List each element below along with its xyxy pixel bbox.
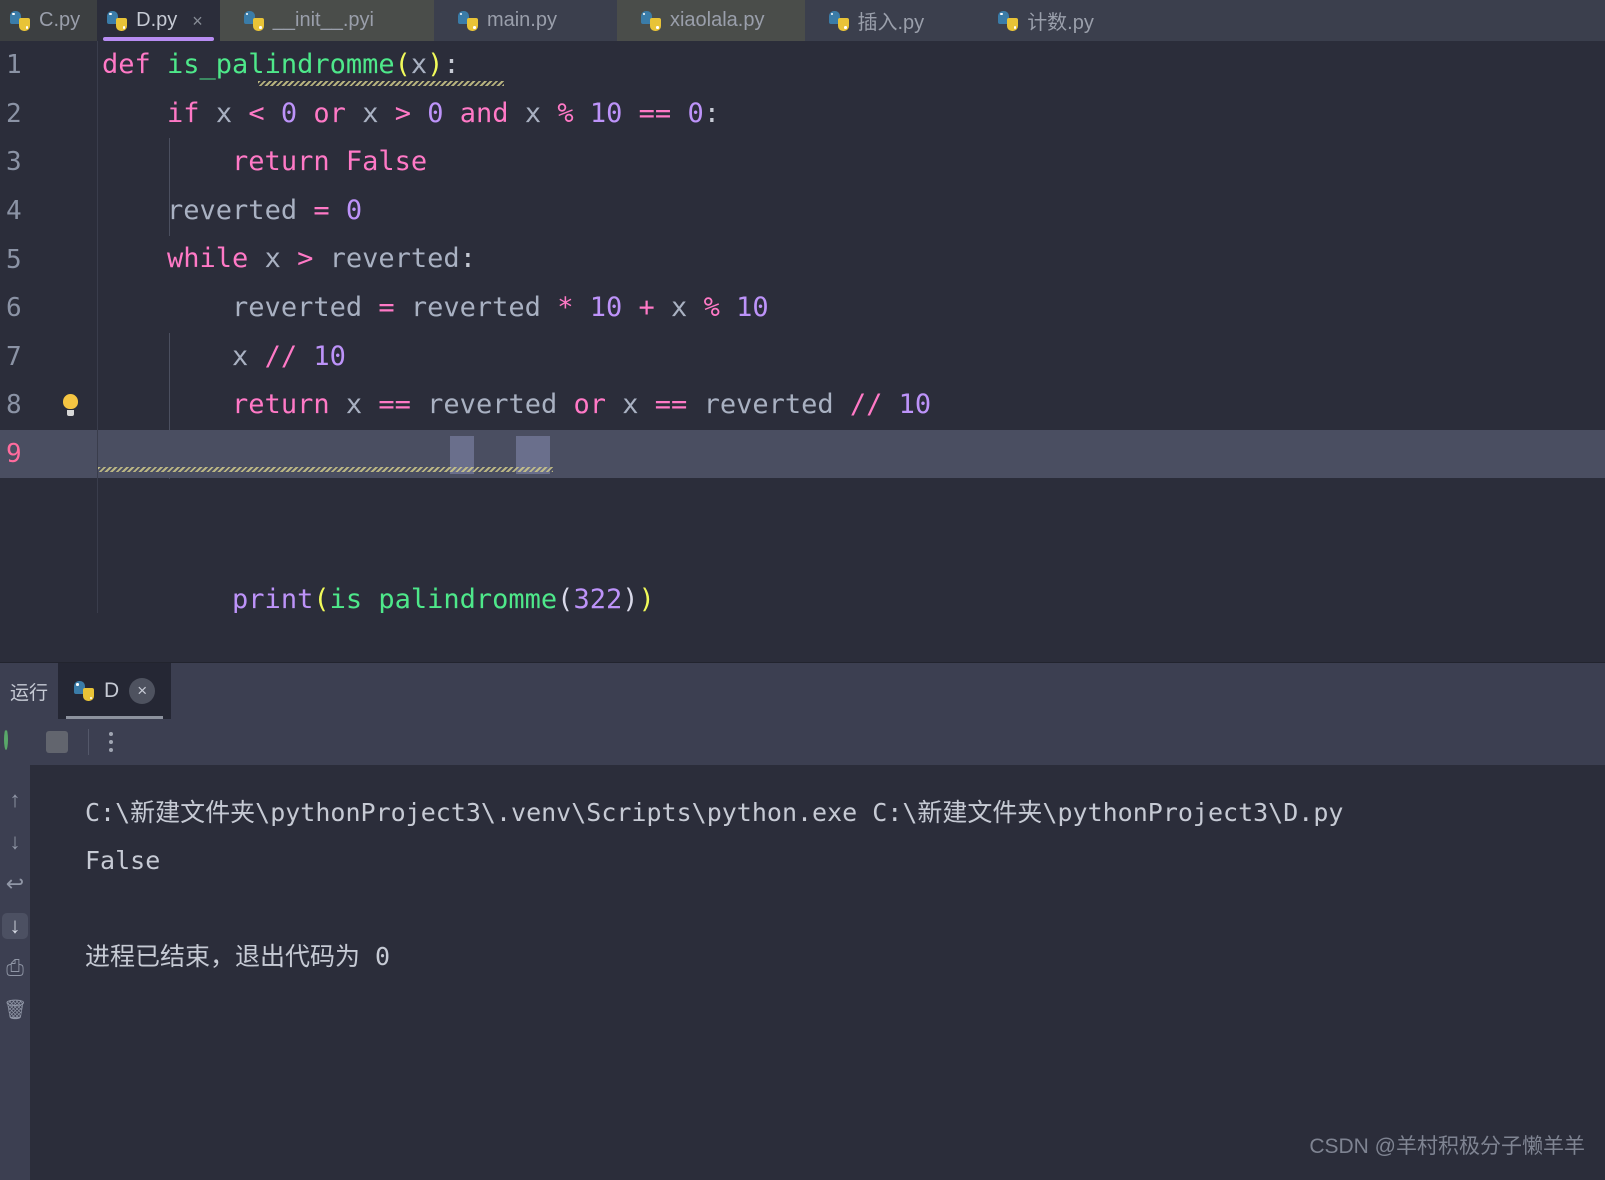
editor-tab-label: D.py xyxy=(136,9,178,31)
python-file-icon xyxy=(457,10,478,31)
line-number-7: 7 xyxy=(6,341,22,372)
code-line-6: reverted = reverted * 10 + x % 10 xyxy=(232,291,769,323)
editor-tab-d-py[interactable]: D.py × xyxy=(97,0,220,41)
editor-tab-jishu-py[interactable]: 计数.py xyxy=(974,0,1605,41)
console-side-toolbar: ↑ ↓ ↩ ↓ ⎙ 🗑 xyxy=(0,765,30,1180)
editor-tab-label: main.py xyxy=(486,9,557,31)
editor-console-splitter[interactable] xyxy=(0,613,1605,663)
line-number-4: 4 xyxy=(6,196,22,227)
editor-tab-main-py[interactable]: main.py xyxy=(433,0,617,41)
editor-tab-label: 插入.py xyxy=(857,12,925,34)
code-line-7: x // 10 xyxy=(232,340,346,372)
line-number-5: 5 xyxy=(6,244,22,275)
code-line-4: reverted = 0 xyxy=(167,194,363,226)
error-squiggle xyxy=(98,467,553,473)
close-icon[interactable]: × xyxy=(129,678,156,704)
code-line-8: return x == reverted or x == reverted //… xyxy=(232,389,932,421)
code-line-5: while x > reverted: xyxy=(167,243,476,275)
scroll-up-icon[interactable]: ↑ xyxy=(2,787,28,813)
line-number-9: 9 xyxy=(0,429,97,479)
python-file-icon xyxy=(998,10,1019,31)
csdn-watermark: CSDN @羊村积极分子懒羊羊 xyxy=(1309,1135,1585,1158)
editor-tab-label: xiaolala.py xyxy=(669,9,765,31)
lightbulb-icon[interactable] xyxy=(62,394,79,417)
python-file-icon xyxy=(10,10,30,31)
editor-tab-charu-py[interactable]: 插入.py xyxy=(804,0,975,41)
run-toolbar xyxy=(0,719,1605,765)
close-icon[interactable]: × xyxy=(192,12,203,30)
toolbar-divider xyxy=(88,729,89,755)
run-panel-title: 运行 xyxy=(10,682,49,704)
line-number-label: 8 xyxy=(6,390,22,421)
editor-gutter[interactable]: 1 2 3 4 5 6 7 8 9 xyxy=(0,41,98,613)
rerun-icon[interactable] xyxy=(4,729,26,753)
console-command-line: C:\新建文件夹\pythonProject3\.venv\Scripts\py… xyxy=(85,798,1344,827)
editor-tab-label: C.py xyxy=(39,9,81,31)
python-file-icon xyxy=(828,10,849,31)
python-file-icon xyxy=(107,10,128,31)
editor-tab-xiaolala-py[interactable]: xiaolala.py xyxy=(616,0,805,41)
trash-icon[interactable]: 🗑 xyxy=(2,997,28,1023)
run-tool-window: 运行 D × ↑ ↓ ↩ ↓ ⎙ 🗑 C:\新建文件夹\pythonProjec… xyxy=(0,663,1605,1180)
code-editor[interactable]: 1 2 3 4 5 6 7 8 9 def is_palindromme(x):… xyxy=(0,41,1605,613)
editor-tab-c-py[interactable]: C.py xyxy=(0,0,98,41)
pycharm-window: C.py D.py × __init__.pyi main.py xiaolal… xyxy=(0,0,1605,1180)
python-file-icon xyxy=(640,10,661,31)
run-tab-row: 运行 D × xyxy=(0,663,1605,719)
run-body: ↑ ↓ ↩ ↓ ⎙ 🗑 C:\新建文件夹\pythonProject3\.ven… xyxy=(0,765,1605,1180)
scroll-down-icon[interactable]: ↓ xyxy=(2,829,28,855)
console-output[interactable]: C:\新建文件夹\pythonProject3\.venv\Scripts\py… xyxy=(30,765,1605,1180)
print-icon[interactable]: ⎙ xyxy=(2,955,28,981)
code-line-3: return False xyxy=(232,146,428,178)
code-content[interactable]: def is_palindromme(x): if x < 0 or x > 0… xyxy=(98,41,1605,613)
code-line-9: print(is_palindromme(322)) xyxy=(98,429,1605,613)
more-options-icon[interactable] xyxy=(109,732,113,752)
python-file-icon xyxy=(243,10,264,31)
stop-icon[interactable] xyxy=(46,731,68,753)
editor-tab-bar: C.py D.py × __init__.pyi main.py xiaolal… xyxy=(0,0,1605,41)
active-run-tab-indicator xyxy=(66,716,164,719)
code-line-2: if x < 0 or x > 0 and x % 10 == 0: xyxy=(167,97,720,129)
line-number-2: 2 xyxy=(6,98,22,129)
console-output-line: False xyxy=(85,846,161,875)
soft-wrap-icon[interactable]: ↩ xyxy=(2,871,28,897)
line-number-3: 3 xyxy=(6,147,22,178)
line-number-6: 6 xyxy=(6,293,22,324)
editor-tab-init-pyi[interactable]: __init__.pyi xyxy=(219,0,434,41)
code-line-1: def is_palindromme(x): xyxy=(98,41,1605,90)
line-number-1: 1 xyxy=(6,50,22,81)
console-exit-message: 进程已结束，退出代码为 0 xyxy=(85,942,391,971)
editor-tab-label: __init__.pyi xyxy=(272,9,374,31)
line-number-8: 8 xyxy=(0,381,97,430)
python-file-icon xyxy=(74,681,95,701)
editor-tab-label: 计数.py xyxy=(1027,12,1094,34)
run-tab-d[interactable]: D × xyxy=(58,663,172,719)
run-tab-label: D xyxy=(104,679,120,702)
scroll-to-end-icon[interactable]: ↓ xyxy=(2,913,28,939)
